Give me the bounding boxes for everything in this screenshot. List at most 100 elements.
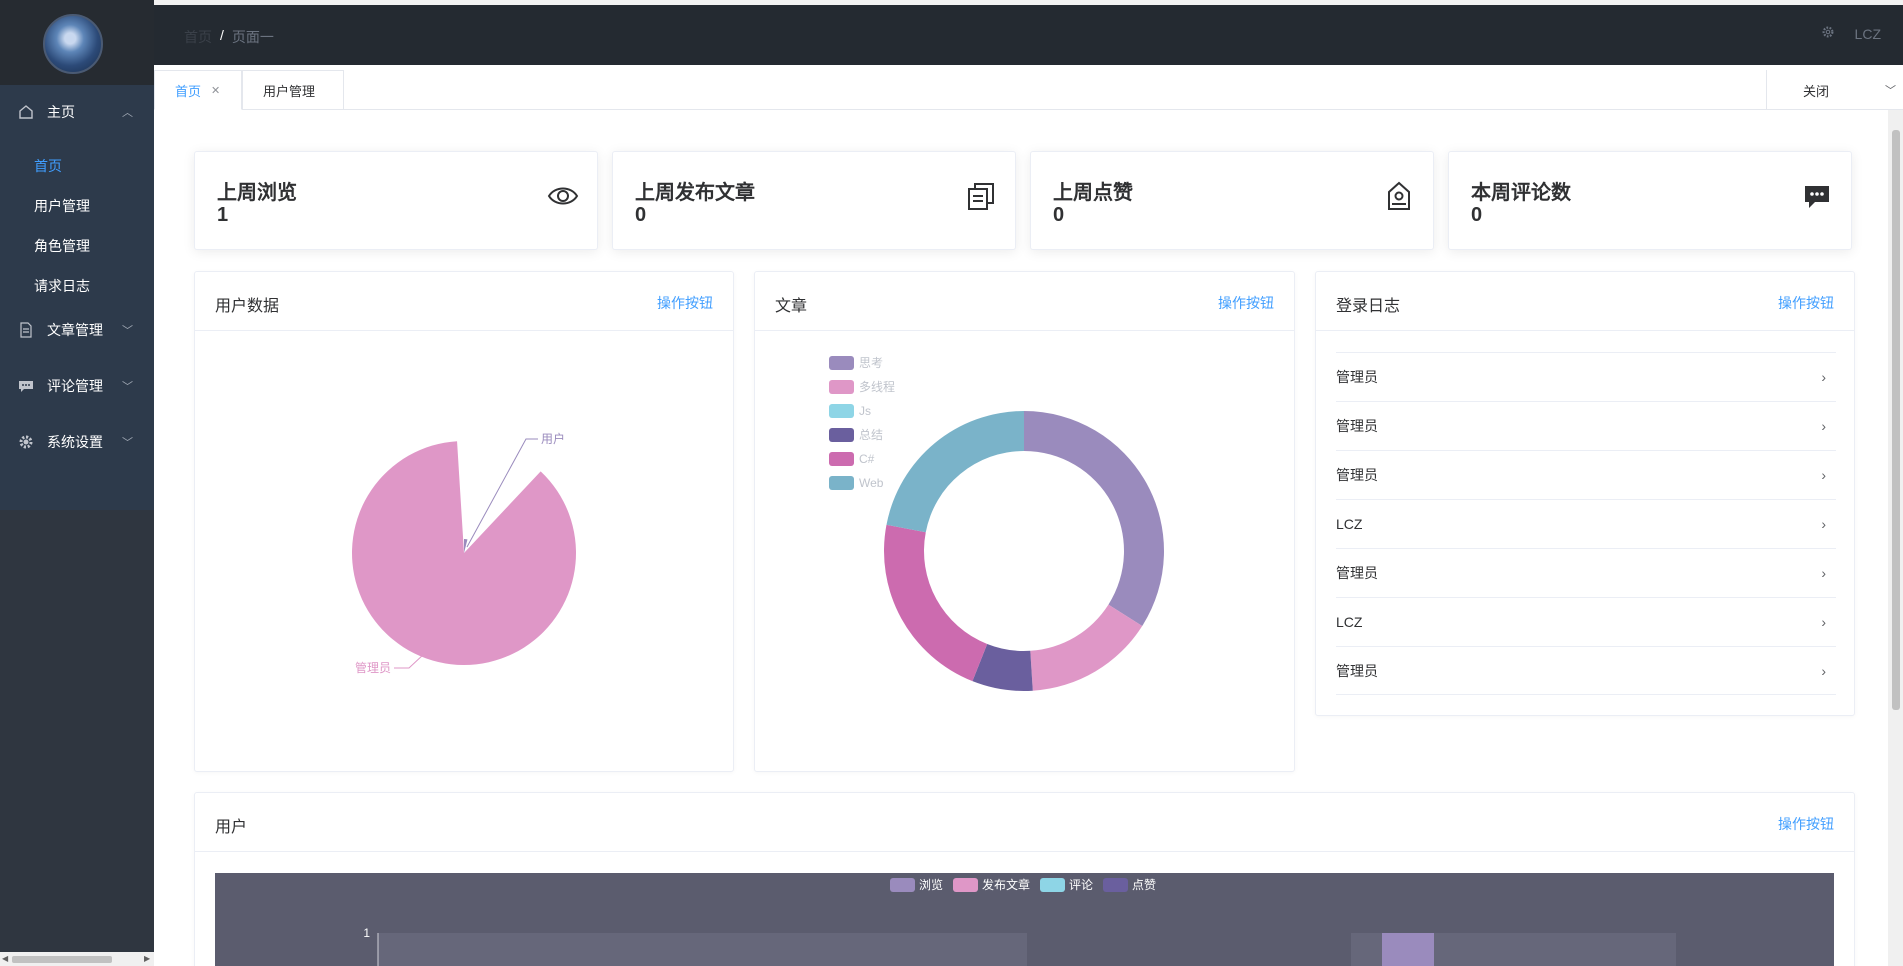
user-data-pie-chart: 管理员 用户: [352, 431, 576, 675]
header-right: LCZ: [1821, 25, 1881, 42]
stat-value: 0: [1053, 204, 1065, 226]
menu-article-management[interactable]: 文章管理 ﹀: [0, 310, 154, 350]
legend-label: Js: [859, 404, 871, 418]
chevron-right-icon: ›: [1821, 516, 1826, 532]
legend-swatch: [1103, 878, 1128, 892]
sidebar-horizontal-scrollbar[interactable]: ◀ ▶: [0, 952, 154, 966]
page-tabs: 首页 ✕ 用户管理: [154, 70, 1903, 110]
label-leader-line: [394, 653, 425, 669]
tab-label: 首页: [175, 83, 202, 99]
panel-login-log: 登录日志 操作按钮 管理员 › 管理员 › 管理员 › LCZ › 管理员 › LCZ › …: [1315, 271, 1855, 716]
log-user: 管理员: [1336, 565, 1378, 581]
breadcrumb-current: 页面一: [231, 29, 274, 45]
home-icon: [18, 104, 34, 120]
legend-label: 思考: [859, 356, 883, 370]
panel-action-button[interactable]: 操作按钮: [657, 293, 713, 313]
submenu-user-management[interactable]: 用户管理: [0, 186, 154, 226]
legend-swatch: [829, 476, 854, 490]
stat-value: 0: [1471, 204, 1483, 226]
log-user: 管理员: [1336, 467, 1378, 483]
close-tabs-dropdown[interactable]: 关闭 ﹀: [1766, 70, 1903, 110]
list-item[interactable]: 管理员 ›: [1336, 548, 1836, 597]
close-tabs-label: 关闭: [1803, 83, 1830, 99]
panel-action-button[interactable]: 操作按钮: [1778, 814, 1834, 834]
panel-title: 文章: [775, 298, 808, 315]
stat-card-likes: 上周点赞 0: [1030, 151, 1434, 250]
legend-swatch: [829, 428, 854, 442]
chevron-right-icon: ›: [1821, 369, 1826, 385]
bar: [1382, 933, 1434, 966]
stat-value: 0: [635, 204, 647, 226]
list-item[interactable]: LCZ ›: [1336, 499, 1836, 548]
legend-label: 浏览: [919, 877, 943, 892]
pie-label: 用户: [541, 431, 565, 446]
scrollbar-thumb[interactable]: [1892, 130, 1900, 710]
legend-swatch: [953, 878, 978, 892]
log-user: 管理员: [1336, 369, 1378, 385]
list-item[interactable]: 管理员 ›: [1336, 401, 1836, 450]
articles-donut-chart: 思考多线程 Js 总结 C# Web: [829, 356, 1164, 691]
scroll-left-icon[interactable]: ◀: [2, 954, 8, 963]
panel-users: 用户 操作按钮 浏览 发布文章 评论 点赞 1: [194, 792, 1855, 966]
top-header: 首页 / 页面一 LCZ: [154, 5, 1903, 65]
breadcrumb: 首页 / 页面一: [184, 27, 274, 47]
avatar[interactable]: [43, 14, 103, 74]
panel-action-button[interactable]: 操作按钮: [1218, 293, 1274, 313]
close-icon[interactable]: ✕: [211, 84, 220, 97]
sidebar-logo-area: [0, 0, 154, 85]
menu-system-settings[interactable]: 系统设置 ﹀: [0, 422, 154, 462]
donut-slice: [886, 411, 1024, 533]
donut-slice: [1030, 604, 1143, 691]
panel-header: 用户 操作按钮: [195, 793, 1854, 852]
stat-title: 上周发布文章: [635, 182, 755, 204]
tab-user-management[interactable]: 用户管理: [242, 70, 344, 110]
breadcrumb-separator: /: [220, 27, 224, 43]
panel-header: 登录日志 操作按钮: [1316, 272, 1854, 331]
submenu-request-log[interactable]: 请求日志: [0, 266, 154, 306]
list-item[interactable]: 管理员 ›: [1336, 646, 1836, 695]
submenu-label: 角色管理: [34, 238, 90, 254]
list-item[interactable]: 管理员 ›: [1336, 450, 1836, 499]
submenu-label: 首页: [34, 158, 62, 174]
breadcrumb-home[interactable]: 首页: [184, 27, 212, 47]
panel-header: 用户数据 操作按钮: [195, 272, 733, 331]
panel-action-button[interactable]: 操作按钮: [1778, 293, 1834, 313]
stat-card-views: 上周浏览 1: [194, 151, 598, 250]
menu-home[interactable]: 主页 ︿: [0, 92, 154, 132]
scroll-right-icon[interactable]: ▶: [144, 954, 150, 963]
panel-title: 登录日志: [1336, 298, 1401, 315]
sidebar-menu: 主页 ︿ 首页 用户管理 角色管理 请求日志 文章管理 ﹀ 评论管理 ﹀ 系统设…: [0, 85, 154, 510]
legend-swatch: [829, 380, 854, 394]
submenu-role-management[interactable]: 角色管理: [0, 226, 154, 266]
legend-label: 点赞: [1132, 878, 1156, 892]
chevron-down-icon: ﹀: [122, 325, 133, 337]
menu-label: 评论管理: [47, 378, 103, 394]
log-user: 管理员: [1336, 418, 1378, 434]
legend-label: 评论: [1069, 878, 1093, 892]
scrollbar-thumb[interactable]: [12, 956, 112, 963]
panel-title: 用户数据: [215, 298, 280, 315]
log-user: LCZ: [1336, 516, 1363, 532]
stat-card-comments: 本周评论数 0: [1448, 151, 1852, 250]
menu-comment-management[interactable]: 评论管理 ﹀: [0, 366, 154, 406]
list-item[interactable]: 管理员 ›: [1336, 352, 1836, 401]
sidebar: 主页 ︿ 首页 用户管理 角色管理 请求日志 文章管理 ﹀ 评论管理 ﹀ 系统设…: [0, 0, 154, 966]
legend-swatch: [1040, 878, 1065, 892]
tab-home[interactable]: 首页 ✕: [154, 70, 242, 110]
donut-slice: [1024, 411, 1164, 627]
submenu-label: 请求日志: [34, 278, 90, 294]
pie-label: 管理员: [355, 660, 391, 675]
tag-icon: [1388, 181, 1410, 210]
username[interactable]: LCZ: [1855, 26, 1881, 42]
chevron-down-icon: ﹀: [1885, 85, 1897, 97]
submenu-home[interactable]: 首页: [0, 146, 154, 186]
menu-label: 主页: [47, 104, 75, 120]
vertical-scrollbar[interactable]: [1888, 110, 1903, 966]
panel-user-data: 用户数据 操作按钮 管理员 用户: [194, 271, 734, 772]
gear-icon: [18, 434, 34, 450]
stat-value: 1: [217, 204, 229, 226]
eye-icon: [547, 187, 579, 205]
settings-gear-icon[interactable]: [1821, 25, 1835, 42]
legend-swatch: [829, 356, 854, 370]
list-item[interactable]: LCZ ›: [1336, 597, 1836, 646]
